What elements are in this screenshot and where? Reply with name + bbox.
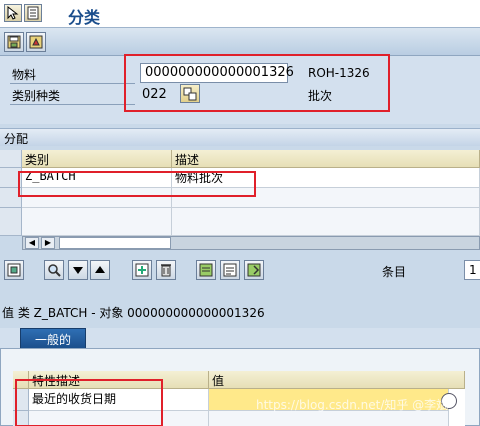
watermark-text: https://blog.csdn.net/知乎 @李斌 [256, 398, 449, 412]
assignment-section-bar: 分配 [0, 128, 480, 146]
highlight-box-values [15, 379, 163, 426]
table-cell-empty[interactable] [22, 208, 172, 236]
sort-descending-icon[interactable] [68, 260, 88, 280]
deselect-icon[interactable] [244, 260, 264, 280]
cursor-icon[interactable] [4, 4, 22, 22]
highlight-box-header [124, 54, 390, 112]
page-title: 分类 [68, 8, 101, 27]
tab-panel: 特性描述 值 最近的收货日期 [0, 348, 480, 426]
material-label-underline [10, 83, 135, 84]
entry-field[interactable]: 1 [464, 260, 480, 280]
delete-icon[interactable] [156, 260, 176, 280]
column-header-value[interactable]: 值 [209, 371, 465, 389]
select-all-corner[interactable] [0, 150, 22, 168]
scroll-left-icon[interactable]: ◀ [25, 237, 39, 249]
other-object-icon[interactable] [26, 32, 46, 52]
insert-row-icon[interactable] [132, 260, 152, 280]
application-toolbar [0, 28, 480, 56]
row-selector[interactable] [0, 208, 22, 236]
values-section-title: 值 类 Z_BATCH - 对象 000000000000001326 [2, 306, 265, 320]
document-icon[interactable] [24, 4, 42, 22]
column-header-description[interactable]: 描述 [172, 150, 480, 168]
save-icon[interactable] [4, 32, 24, 52]
class-type-label-underline [10, 104, 135, 105]
title-bar: 分类 [0, 0, 480, 28]
section-spacer [0, 290, 480, 302]
class-type-label: 类别种类 [12, 89, 61, 103]
horizontal-scrollbar[interactable]: ◀ ▶ [22, 236, 480, 250]
table-cell-empty[interactable] [209, 411, 449, 426]
scroll-right-icon[interactable]: ▶ [41, 237, 55, 249]
sort-ascending-icon[interactable] [90, 260, 110, 280]
assignment-section-label: 分配 [4, 132, 29, 146]
material-label: 物料 [12, 68, 37, 82]
tab-general[interactable]: 一般的 [20, 328, 86, 348]
find-icon[interactable] [44, 260, 64, 280]
assignment-table: 类别 描述 Z_BATCH 物料批次 [0, 150, 480, 236]
scroll-thumb[interactable] [59, 237, 171, 249]
entry-label: 条目 [382, 265, 407, 279]
details-icon[interactable] [4, 260, 24, 280]
highlight-box-table [18, 171, 256, 197]
select-block-icon[interactable] [220, 260, 240, 280]
table-cell-empty[interactable] [172, 208, 480, 236]
select-all-icon[interactable] [196, 260, 216, 280]
header-area: 物料 类别种类 000000000000001326 ROH-1326 022 … [0, 54, 480, 124]
assignment-toolbar: 条目 1 [0, 252, 480, 286]
column-header-class[interactable]: 类别 [22, 150, 172, 168]
